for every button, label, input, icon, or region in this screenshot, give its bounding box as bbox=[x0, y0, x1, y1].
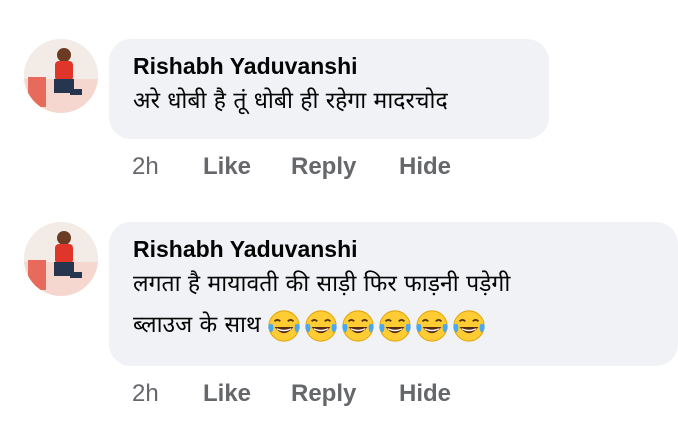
face-with-tears-of-joy-icon bbox=[453, 309, 485, 342]
like-button[interactable]: Like bbox=[203, 153, 251, 181]
comment-time[interactable]: 2h bbox=[132, 153, 159, 181]
comment-text-line-2: ब्लाउज के साथ bbox=[133, 305, 654, 346]
comment-bubble: Rishabh Yaduvanshi लगता है मायावती की सा… bbox=[109, 222, 678, 366]
face-with-tears-of-joy-icon bbox=[268, 309, 300, 342]
face-with-tears-of-joy-icon bbox=[305, 309, 337, 342]
comment-actions: 2h Like Reply Hide bbox=[132, 380, 532, 410]
avatar[interactable] bbox=[24, 39, 98, 113]
comment-author[interactable]: Rishabh Yaduvanshi bbox=[133, 51, 525, 81]
comment-author[interactable]: Rishabh Yaduvanshi bbox=[133, 234, 654, 264]
reply-button[interactable]: Reply bbox=[291, 153, 356, 181]
avatar-photo bbox=[24, 222, 98, 296]
comment-text: अरे धोबी है तूं धोबी ही रहेगा मादरचोद bbox=[133, 88, 448, 114]
emoji-row bbox=[267, 305, 489, 346]
comment-text-line-1: लगता है मायावती की साड़ी फिर फाड़नी पड़े… bbox=[133, 271, 511, 297]
comment-bubble: Rishabh Yaduvanshi अरे धोबी है तूं धोबी … bbox=[109, 39, 549, 139]
comment-actions: 2h Like Reply Hide bbox=[132, 153, 532, 183]
comment-time[interactable]: 2h bbox=[132, 380, 159, 408]
comment-text-line-2-text: ब्लाउज के साथ bbox=[133, 312, 261, 338]
face-with-tears-of-joy-icon bbox=[379, 309, 411, 342]
hide-button[interactable]: Hide bbox=[399, 380, 451, 408]
reply-button[interactable]: Reply bbox=[291, 380, 356, 408]
avatar-photo bbox=[24, 39, 98, 113]
like-button[interactable]: Like bbox=[203, 380, 251, 408]
face-with-tears-of-joy-icon bbox=[416, 309, 448, 342]
face-with-tears-of-joy-icon bbox=[342, 309, 374, 342]
hide-button[interactable]: Hide bbox=[399, 153, 451, 181]
avatar[interactable] bbox=[24, 222, 98, 296]
